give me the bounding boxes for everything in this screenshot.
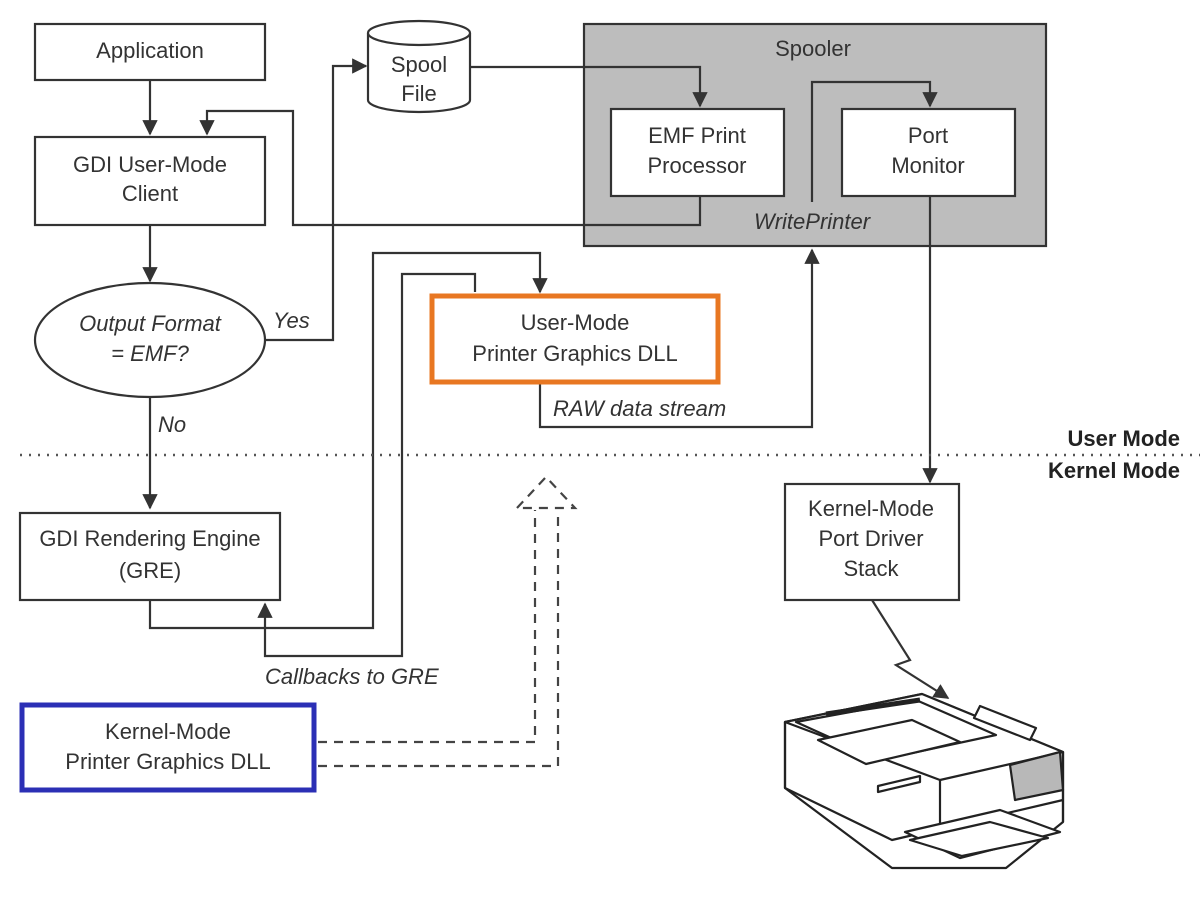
application-label: Application [96,38,204,63]
print-architecture-diagram: Spooler User Mode Kernel Mode Applicatio… [0,0,1200,898]
decision-label-2: = EMF? [111,341,189,366]
kernel-mode-label: Kernel Mode [1048,458,1180,483]
port-driver-label-2: Port Driver [818,526,923,551]
spool-file-label-1: Spool [391,52,447,77]
port-driver-label-3: Stack [843,556,899,581]
lightning-to-printer [871,599,950,699]
user-mode-label: User Mode [1068,426,1180,451]
user-mode-dll-border [429,293,721,385]
application-box[interactable]: Application [33,22,267,82]
port-monitor-label-1: Port [908,123,948,148]
kernel-mode-dll-box[interactable]: Kernel-Mode Printer Graphics DLL [19,702,317,793]
printer-icon[interactable] [783,692,1065,870]
emf-print-processor-box[interactable]: EMF Print Processor [609,107,786,198]
port-driver-label-1: Kernel-Mode [808,496,934,521]
arrow-decision-yes [265,58,368,342]
gdi-client-label-1: GDI User-Mode [73,152,227,177]
gdi-client-box[interactable]: GDI User-Mode Client [33,135,267,227]
gre-label-1: GDI Rendering Engine [39,526,260,551]
emf-processor-label-1: EMF Print [648,123,746,148]
user-dll-label-2: Printer Graphics DLL [472,341,677,366]
spool-file-cylinder[interactable]: Spool File [366,19,472,114]
user-dll-label-1: User-Mode [521,310,630,335]
writeprinter-label: WritePrinter [754,209,872,234]
callbacks-label: Callbacks to GRE [265,664,439,689]
raw-data-stream-label: RAW data stream [553,396,726,421]
decision-label-1: Output Format [79,311,222,336]
kernel-mode-dll-border [19,702,317,793]
kernel-dll-label-2: Printer Graphics DLL [65,749,270,774]
spool-file-label-2: File [401,81,436,106]
gdi-client-label-2: Client [122,181,178,206]
yes-label: Yes [273,308,310,333]
kernel-dll-label-1: Kernel-Mode [105,719,231,744]
port-monitor-label-2: Monitor [891,153,964,178]
port-driver-stack-box[interactable]: Kernel-Mode Port Driver Stack [783,482,961,602]
user-mode-dll-box[interactable]: User-Mode Printer Graphics DLL [429,293,721,385]
no-label: No [158,412,186,437]
output-format-decision[interactable]: Output Format = EMF? [33,281,267,399]
gre-label-2: (GRE) [119,558,181,583]
dashed-arrow [318,475,578,768]
spooler-title: Spooler [775,36,851,61]
port-monitor-box[interactable]: Port Monitor [840,107,1017,198]
gre-box[interactable]: GDI Rendering Engine (GRE) [18,511,282,602]
emf-processor-label-2: Processor [647,153,746,178]
